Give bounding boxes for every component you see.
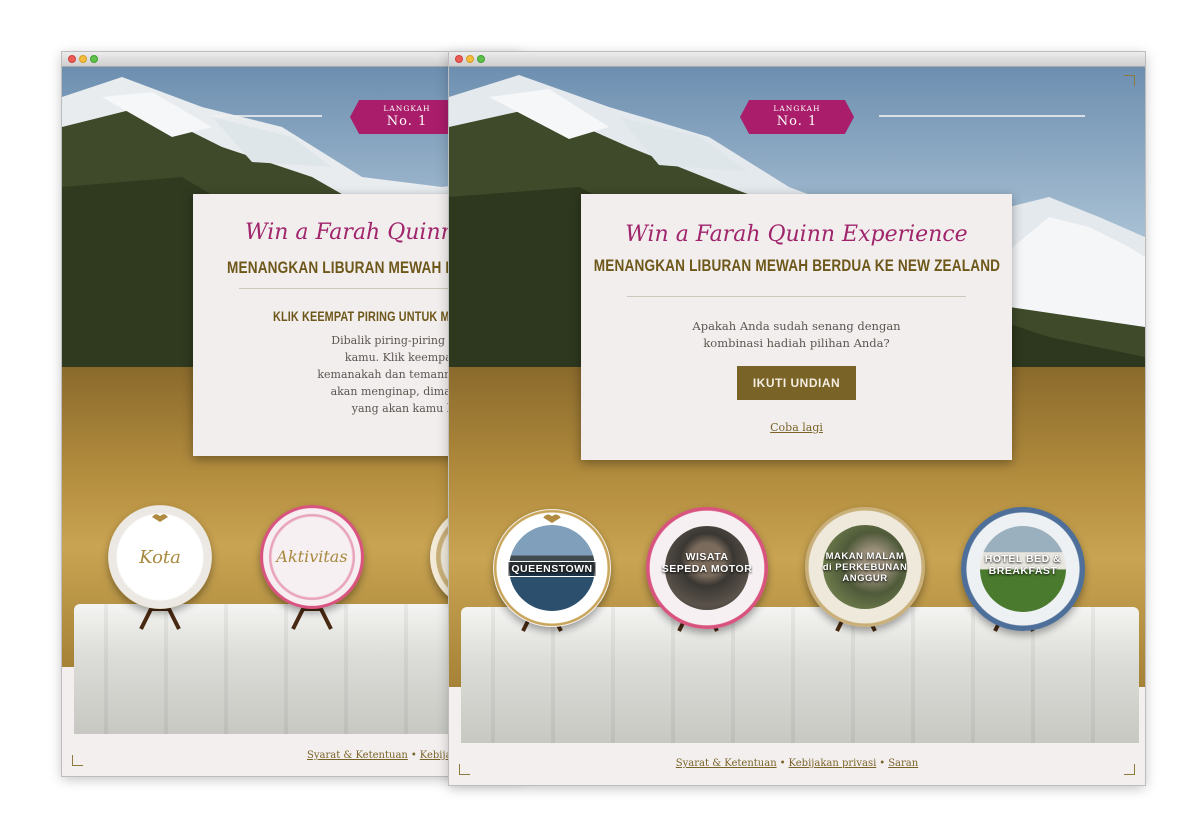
corner-bracket-icon: [459, 764, 470, 775]
page-footer: Syarat & Ketentuan • Kebijakan privasi • Sar…: [449, 743, 1145, 785]
crest-icon: [543, 514, 561, 523]
instruction-subheading: KLIK KEEMPAT PIRING UNTUK MELIH: [273, 309, 475, 324]
plate-city[interactable]: Kota: [108, 505, 212, 609]
step-badge-number: No. 1: [386, 114, 428, 129]
step-badge: LANGKAH No. 1: [740, 100, 854, 134]
window-zoom-dot-icon[interactable]: [90, 55, 98, 63]
window-minimize-dot-icon[interactable]: [79, 55, 87, 63]
step-badge: LANGKAH No. 1: [350, 100, 464, 134]
corner-bracket-icon: [72, 755, 83, 766]
enter-draw-button[interactable]: IKUTI UNDIAN: [736, 366, 857, 400]
step-badge-number: No. 1: [776, 114, 818, 129]
privacy-link[interactable]: Kebijakan privasi: [789, 758, 877, 769]
window-close-dot-icon[interactable]: [68, 55, 76, 63]
plate-label-line: SEPEDA MOTOR: [661, 563, 753, 575]
badge-rule-left: [212, 115, 322, 117]
plate-label-city: Kota: [139, 547, 181, 568]
feedback-link[interactable]: Saran: [888, 758, 918, 769]
promo-script-title: Win a Farah Quinn Experience: [625, 222, 968, 247]
cta-wrap: IKUTI UNDIAN: [581, 366, 1012, 400]
card-divider: [627, 296, 966, 297]
window-close-dot-icon[interactable]: [455, 55, 463, 63]
retry-link[interactable]: Coba lagi: [770, 421, 823, 434]
plate-label-line: HOTEL BED &: [984, 553, 1062, 565]
retry-wrap: Coba lagi: [581, 416, 1012, 435]
plate-label-vineyard: MAKAN MALAM di PERKEBUNAN ANGGUR: [805, 551, 925, 584]
step-badge-label: LANGKAH: [773, 104, 821, 113]
terms-link[interactable]: Syarat & Ketentuan: [676, 758, 777, 769]
plate-vineyard-dinner[interactable]: MAKAN MALAM di PERKEBUNAN ANGGUR: [805, 507, 925, 627]
question-text: Apakah Anda sudah senang dengan kombinas…: [692, 319, 901, 350]
footer-separator: •: [779, 758, 786, 769]
corner-bracket-icon: [1124, 75, 1135, 86]
plate-bed-breakfast[interactable]: HOTEL BED & BREAKFAST: [961, 507, 1085, 631]
front-browser-window: LANGKAH No. 1 Win a Farah Quinn Experien…: [449, 52, 1145, 785]
plate-label-activity: Aktivitas: [276, 547, 348, 566]
plate-label-line: WISATA: [685, 551, 729, 563]
plate-label-line: di PERKEBUNAN ANGGUR: [822, 562, 908, 584]
plate-queenstown[interactable]: QUEENSTOWN: [493, 509, 611, 627]
terms-link[interactable]: Syarat & Ketentuan: [307, 750, 408, 761]
plate-label-line: QUEENSTOWN: [508, 561, 596, 577]
plate-motorbike-tour[interactable]: WISATA SEPEDA MOTOR: [646, 507, 768, 629]
confirmation-card: Win a Farah Quinn Experience MENANGKAN L…: [581, 194, 1012, 460]
step-badge-label: LANGKAH: [383, 104, 431, 113]
window-minimize-dot-icon[interactable]: [466, 55, 474, 63]
footer-separator: •: [410, 750, 417, 761]
landscape-background: LANGKAH No. 1 Win a Farah Quinn Experien…: [449, 67, 1145, 743]
crest-icon: [152, 514, 168, 522]
window-zoom-dot-icon[interactable]: [477, 55, 485, 63]
plate-label-hotel: HOTEL BED & BREAKFAST: [961, 553, 1085, 577]
plate-label-line: BREAKFAST: [988, 565, 1058, 577]
promo-script-title: Win a Farah Quinn: [245, 220, 455, 245]
plate-activity[interactable]: Aktivitas: [260, 505, 364, 609]
corner-bracket-icon: [1124, 764, 1135, 775]
footer-separator: •: [879, 758, 886, 769]
plate-label-line: MAKAN MALAM: [825, 551, 905, 562]
window-titlebar: [449, 52, 1145, 67]
promo-caps-title: MENANGKAN LIBURAN MEWAH BERDUA KE NEW ZE…: [593, 256, 1000, 275]
plate-label-queenstown: QUEENSTOWN: [493, 561, 611, 577]
badge-rule-right: [879, 115, 1085, 117]
promo-caps-title-wrap: MENANGKAN LIBURAN MEWAH BERDUA KE NEW ZE…: [541, 256, 1052, 276]
plate-label-motorbike: WISATA SEPEDA MOTOR: [646, 551, 768, 575]
